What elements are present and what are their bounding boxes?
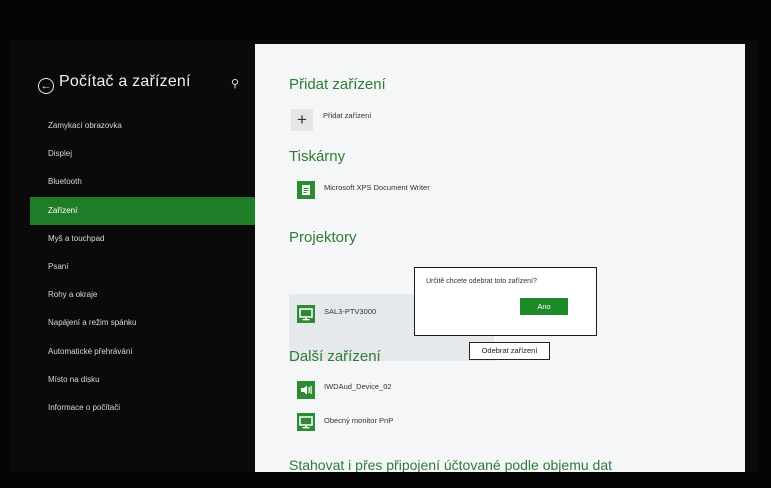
confirm-yes-button[interactable]: Ano: [520, 298, 568, 315]
nav-item-corners-edges[interactable]: Rohy a okraje: [30, 281, 255, 309]
pane-title: Počítač a zařízení: [59, 73, 191, 90]
search-icon[interactable]: ⚲: [231, 77, 239, 90]
add-device-button[interactable]: Přidat zařízení: [323, 111, 371, 120]
remove-device-button[interactable]: Odebrat zařízení: [469, 342, 550, 360]
nav-item-autoplay[interactable]: Automatické přehrávání: [30, 338, 255, 366]
screen: ← Počítač a zařízení ⚲ Zamykací obrazovk…: [10, 40, 758, 472]
devices-content: Přidat zařízení + Přidat zařízení Tiskár…: [255, 44, 745, 472]
section-title-printers: Tiskárny: [289, 148, 346, 165]
speaker-icon[interactable]: [297, 381, 315, 399]
remove-confirm-dialog: Určitě chcete odebrat toto zařízení? Ano: [414, 267, 597, 336]
device-label-projector[interactable]: SAL3-PTV3000: [324, 307, 376, 316]
device-label-iwdaud[interactable]: IWDAud_Device_02: [324, 382, 392, 391]
settings-nav: Zamykací obrazovka Displej Bluetooth Zař…: [30, 112, 255, 422]
device-label-xps-writer[interactable]: Microsoft XPS Document Writer: [324, 183, 430, 192]
nav-item-typing[interactable]: Psaní: [30, 253, 255, 281]
nav-item-lock-screen[interactable]: Zamykací obrazovka: [30, 112, 255, 140]
device-label-pnp-monitor[interactable]: Obecný monitor PnP: [324, 416, 393, 425]
section-title-metered: Stahovat i přes připojení účtované podle…: [289, 457, 612, 472]
section-title-other-devices: Další zařízení: [289, 348, 381, 365]
printer-icon[interactable]: [297, 181, 315, 199]
add-device-plus-icon[interactable]: +: [291, 109, 313, 131]
nav-item-power-sleep[interactable]: Napájení a režim spánku: [30, 309, 255, 337]
monitor-icon[interactable]: [297, 413, 315, 431]
nav-item-pc-info[interactable]: Informace o počítači: [30, 394, 255, 422]
nav-item-bluetooth[interactable]: Bluetooth: [30, 168, 255, 196]
nav-item-disk-space[interactable]: Místo na disku: [30, 366, 255, 394]
section-title-projectors: Projektory: [289, 229, 357, 246]
dialog-question: Určitě chcete odebrat toto zařízení?: [426, 278, 537, 285]
nav-item-mouse-touchpad[interactable]: Myš a touchpad: [30, 225, 255, 253]
settings-left-pane: ← Počítač a zařízení ⚲ Zamykací obrazovk…: [10, 40, 255, 472]
nav-item-devices[interactable]: Zařízení: [30, 196, 255, 225]
back-arrow-circle-icon[interactable]: ←: [38, 78, 54, 94]
section-title-add-device: Přidat zařízení: [289, 76, 386, 93]
monitor-icon[interactable]: [297, 305, 315, 323]
nav-item-display[interactable]: Displej: [30, 140, 255, 168]
